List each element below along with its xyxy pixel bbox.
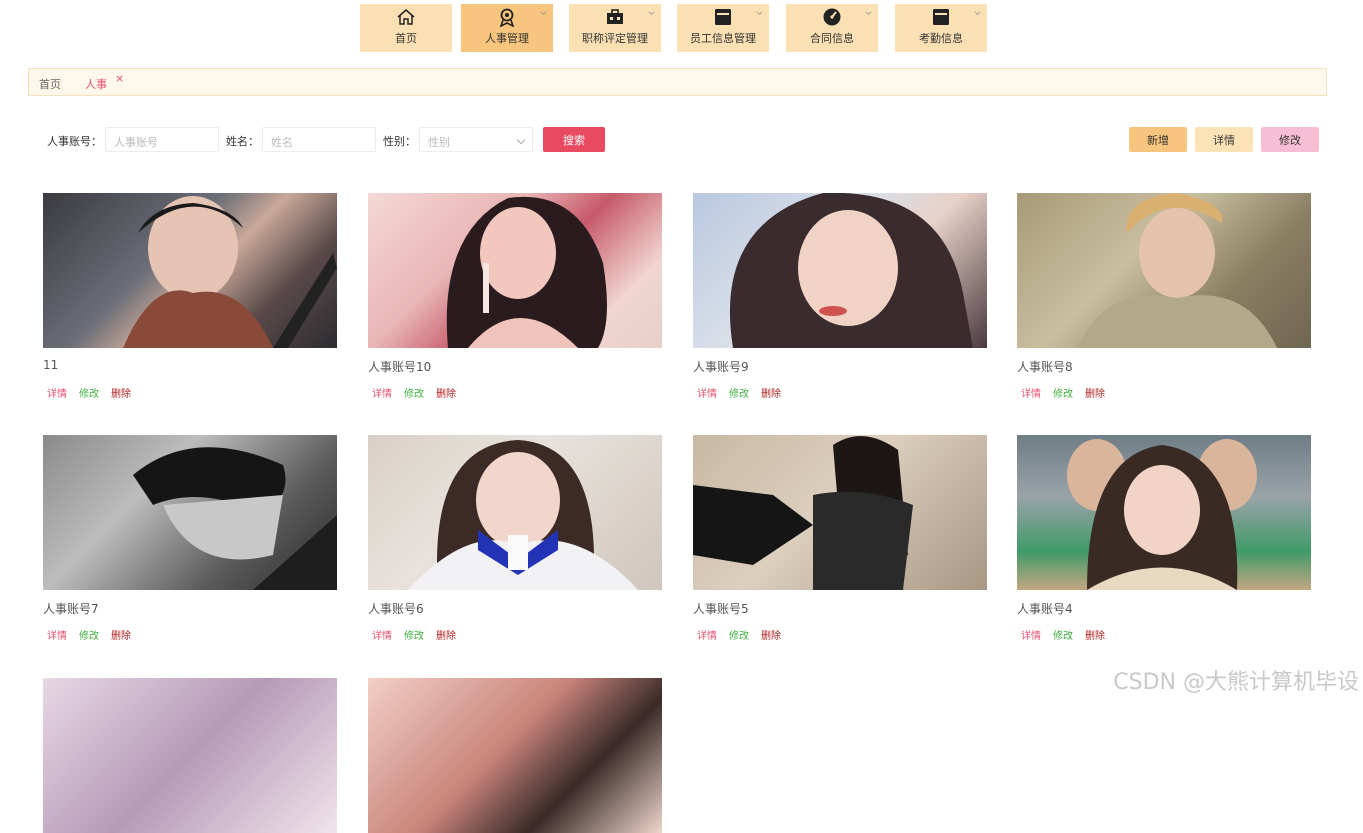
chevron-down-icon [540, 10, 547, 17]
card-delete-link[interactable]: 删除 [1085, 627, 1105, 642]
card-detail-link[interactable]: 详情 [697, 385, 717, 400]
edit-button[interactable]: 修改 [1261, 127, 1319, 152]
top-nav: 首页 人事管理 职称评定管理 员工信息管理 合同信息 考勤信息 [0, 4, 1363, 52]
card-delete-link[interactable]: 删除 [1085, 385, 1105, 400]
breadcrumb-home[interactable]: 首页 [39, 76, 61, 92]
card-detail-link[interactable]: 详情 [47, 385, 67, 400]
person-photo[interactable] [43, 435, 337, 590]
card-edit-link[interactable]: 修改 [404, 627, 424, 642]
card-edit-link[interactable]: 修改 [729, 385, 749, 400]
close-icon[interactable]: × [115, 72, 124, 85]
nav-item-attendance-info[interactable]: 考勤信息 [895, 4, 987, 52]
nav-item-employee-info[interactable]: 员工信息管理 [677, 4, 769, 52]
list-item: 人事账号6 详情 修改 删除 [368, 435, 662, 642]
nav-label: 合同信息 [810, 30, 854, 46]
name-search-input[interactable]: 姓名 [262, 127, 376, 152]
list-item: 人事账号5 详情 修改 删除 [693, 435, 987, 642]
card-edit-link[interactable]: 修改 [1053, 385, 1073, 400]
list-item: 11 详情 修改 删除 [43, 193, 337, 400]
card-edit-link[interactable]: 修改 [404, 385, 424, 400]
breadcrumb: 首页 人事 × [28, 68, 1327, 96]
add-button[interactable]: 新增 [1129, 127, 1187, 152]
card-delete-link[interactable]: 删除 [761, 627, 781, 642]
gauge-icon [821, 7, 843, 27]
card-detail-link[interactable]: 详情 [47, 627, 67, 642]
home-icon [395, 7, 417, 27]
person-photo[interactable] [1017, 435, 1311, 590]
chevron-down-icon [865, 10, 872, 17]
card-edit-link[interactable]: 修改 [729, 627, 749, 642]
chevron-down-icon [974, 10, 981, 17]
nav-item-home[interactable]: 首页 [360, 4, 452, 52]
nav-label: 首页 [395, 30, 417, 46]
card-title: 人事账号5 [693, 600, 987, 616]
chevron-down-icon [517, 136, 525, 144]
gender-select[interactable]: 性别 [419, 127, 533, 152]
card-title: 人事账号4 [1017, 600, 1311, 616]
nav-label: 人事管理 [485, 30, 529, 46]
list-item [43, 678, 337, 833]
card-delete-link[interactable]: 删除 [436, 385, 456, 400]
card-title: 11 [43, 358, 337, 374]
chevron-down-icon [648, 10, 655, 17]
nav-label: 员工信息管理 [690, 30, 756, 46]
chevron-down-icon [756, 10, 763, 17]
gender-select-value: 性别 [428, 136, 450, 149]
card-edit-link[interactable]: 修改 [79, 627, 99, 642]
list-item: 人事账号9 详情 修改 删除 [693, 193, 987, 400]
card-edit-link[interactable]: 修改 [79, 385, 99, 400]
card-detail-link[interactable]: 详情 [372, 627, 392, 642]
card-icon [712, 7, 734, 27]
briefcase-icon [604, 7, 626, 27]
person-photo[interactable] [368, 678, 662, 833]
card-title: 人事账号7 [43, 600, 337, 616]
search-bar: 人事账号： 人事账号 姓名： 姓名 性别： 性别 搜索 新增 详情 修改 [0, 127, 1363, 153]
card-delete-link[interactable]: 删除 [761, 385, 781, 400]
list-item: 人事账号4 详情 修改 删除 [1017, 435, 1311, 642]
account-label: 人事账号： [47, 133, 102, 149]
search-button[interactable]: 搜索 [543, 127, 605, 152]
badge-icon [496, 7, 518, 27]
person-photo[interactable] [43, 193, 337, 348]
card-title: 人事账号10 [368, 358, 662, 374]
account-search-input[interactable]: 人事账号 [105, 127, 219, 152]
person-photo[interactable] [1017, 193, 1311, 348]
gender-label: 性别： [383, 133, 416, 149]
card-icon [930, 7, 952, 27]
watermark-text: CSDN @大熊计算机毕设 [1113, 664, 1359, 696]
card-delete-link[interactable]: 删除 [436, 627, 456, 642]
card-detail-link[interactable]: 详情 [1021, 627, 1041, 642]
nav-item-title-evaluation[interactable]: 职称评定管理 [569, 4, 661, 52]
card-detail-link[interactable]: 详情 [1021, 385, 1041, 400]
person-photo[interactable] [43, 678, 337, 833]
nav-item-contract-info[interactable]: 合同信息 [786, 4, 878, 52]
card-detail-link[interactable]: 详情 [697, 627, 717, 642]
card-title: 人事账号9 [693, 358, 987, 374]
card-delete-link[interactable]: 删除 [111, 385, 131, 400]
card-detail-link[interactable]: 详情 [372, 385, 392, 400]
card-title: 人事账号6 [368, 600, 662, 616]
list-item [368, 678, 662, 833]
person-photo[interactable] [693, 435, 987, 590]
list-item: 人事账号8 详情 修改 删除 [1017, 193, 1311, 400]
person-photo[interactable] [368, 193, 662, 348]
list-item: 人事账号7 详情 修改 删除 [43, 435, 337, 642]
list-item: 人事账号10 详情 修改 删除 [368, 193, 662, 400]
person-photo[interactable] [693, 193, 987, 348]
person-photo[interactable] [368, 435, 662, 590]
breadcrumb-current-tab[interactable]: 人事 [85, 76, 107, 92]
card-delete-link[interactable]: 删除 [111, 627, 131, 642]
nav-item-hr-management[interactable]: 人事管理 [461, 4, 553, 52]
card-title: 人事账号8 [1017, 358, 1311, 374]
card-edit-link[interactable]: 修改 [1053, 627, 1073, 642]
name-label: 姓名： [226, 133, 259, 149]
detail-button[interactable]: 详情 [1195, 127, 1253, 152]
nav-label: 考勤信息 [919, 30, 963, 46]
nav-label: 职称评定管理 [582, 30, 648, 46]
